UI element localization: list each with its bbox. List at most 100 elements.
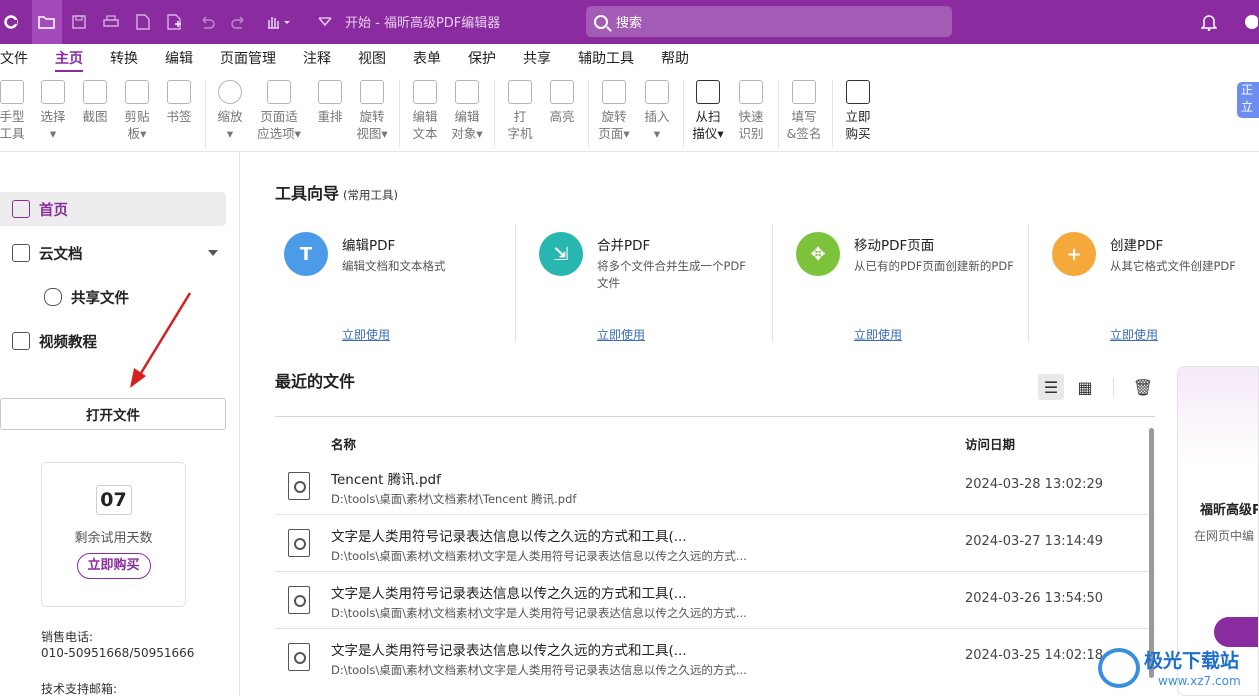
scrollbar[interactable] bbox=[1149, 428, 1154, 678]
menu-accessibility[interactable]: 辅助工具 bbox=[578, 44, 634, 74]
menu-edit[interactable]: 编辑 bbox=[165, 44, 193, 74]
undo-icon[interactable] bbox=[196, 0, 218, 44]
ribbon-divider bbox=[683, 80, 684, 148]
tool-desc: 从其它格式文件创建PDF bbox=[1110, 259, 1236, 273]
trash-icon[interactable]: 🗑 bbox=[1130, 374, 1156, 400]
sales-phone: 010-50951668/50951666 bbox=[41, 646, 195, 660]
menu-convert[interactable]: 转换 bbox=[110, 44, 138, 74]
ribbon-divider bbox=[778, 80, 779, 148]
use-now-link[interactable]: 立即使用 bbox=[854, 326, 902, 343]
scan-button[interactable]: 从扫 描仪▾ bbox=[688, 80, 728, 142]
edit-object-button[interactable]: 编辑 对象▾ bbox=[447, 80, 487, 142]
list-view-icon[interactable]: ☰ bbox=[1038, 374, 1064, 400]
redo-icon[interactable] bbox=[228, 0, 250, 44]
insert-button[interactable]: 插入 ▾ bbox=[637, 80, 677, 142]
film-icon bbox=[12, 332, 30, 350]
ribbon-label: 板▾ bbox=[127, 126, 147, 141]
ribbon-label: 页面适 bbox=[260, 109, 298, 124]
page-fit-button[interactable]: 页面适 应选项▾ bbox=[253, 80, 305, 142]
tool-card-merge-pdf[interactable]: ⇲ 合并PDF 将多个文件合并生成一个PDF文件 立即使用 bbox=[539, 232, 779, 352]
rotate-page-button[interactable]: 旋转 页面▾ bbox=[594, 80, 634, 142]
file-date: 2024-03-28 13:02:29 bbox=[965, 477, 1104, 492]
ribbon-label: 截图 bbox=[82, 109, 108, 124]
typewriter-button[interactable]: 打字机 bbox=[500, 80, 540, 142]
nav-home[interactable]: 首页 bbox=[0, 192, 226, 226]
search-placeholder: 搜索 bbox=[616, 16, 643, 31]
edit-text-button[interactable]: 编辑 文本 bbox=[405, 80, 445, 142]
use-now-link[interactable]: 立即使用 bbox=[597, 326, 645, 343]
ribbon-label: 插入 bbox=[644, 109, 670, 124]
customize-dropdown-icon[interactable] bbox=[315, 0, 335, 44]
edit-pdf-icon: T bbox=[284, 232, 328, 276]
open-folder-icon[interactable] bbox=[32, 0, 62, 44]
side-tag[interactable]: 正立 bbox=[1237, 82, 1259, 118]
bell-icon[interactable] bbox=[1198, 0, 1220, 44]
clipboard-button[interactable]: 剪贴 板▾ bbox=[117, 80, 157, 142]
create-file-icon[interactable] bbox=[164, 0, 186, 44]
fill-sign-button[interactable]: 填写 &签名 bbox=[784, 80, 824, 142]
print-icon[interactable] bbox=[100, 0, 122, 44]
tool-card-edit-pdf[interactable]: T 编辑PDF 编辑文档和文本格式 立即使用 bbox=[284, 232, 524, 352]
tool-card-create-pdf[interactable]: + 创建PDF 从其它格式文件创建PDF 立即使用 bbox=[1052, 232, 1259, 352]
menu-view[interactable]: 视图 bbox=[358, 44, 386, 74]
ribbon-label: 编辑 bbox=[412, 109, 438, 124]
window-title: 开始 - 福昕高级PDF编辑器 bbox=[345, 16, 501, 31]
column-date[interactable]: 访问日期 bbox=[965, 434, 1015, 453]
select-button[interactable]: 选择 ▾ bbox=[33, 80, 73, 142]
file-date: 2024-03-25 14:02:18 bbox=[965, 648, 1104, 663]
pdf-file-icon bbox=[288, 643, 310, 671]
tool-card-move-pages[interactable]: ✥ 移动PDF页面 从已有的PDF页面创建新的PDF 立即使用 bbox=[796, 232, 1036, 352]
table-row[interactable]: 文字是人类用符号记录表达信息以传之久远的方式和工具(... D:\tools\桌… bbox=[275, 515, 1155, 572]
menu-comment[interactable]: 注释 bbox=[303, 44, 331, 74]
buy-now-button[interactable]: 立即购买 bbox=[76, 553, 151, 579]
new-doc-icon[interactable] bbox=[132, 0, 154, 44]
use-now-link[interactable]: 立即使用 bbox=[1110, 326, 1158, 343]
promo-desc: 在网页中编 bbox=[1194, 529, 1255, 543]
menu-protect[interactable]: 保护 bbox=[468, 44, 496, 74]
open-file-button[interactable]: 打开文件 bbox=[0, 398, 226, 430]
highlight-icon bbox=[550, 80, 574, 104]
table-row[interactable]: 文字是人类用符号记录表达信息以传之久远的方式和工具(... D:\tools\桌… bbox=[275, 629, 1155, 686]
ribbon-label: 识别 bbox=[738, 126, 764, 141]
buy-now-ribbon-button[interactable]: 立即 购买 bbox=[838, 80, 878, 142]
table-row[interactable]: Tencent 腾讯.pdf D:\tools\桌面\素材\文档素材\Tence… bbox=[275, 458, 1155, 515]
insert-icon bbox=[645, 80, 669, 104]
menu-file[interactable]: 文件 bbox=[0, 44, 28, 74]
menu-page-management[interactable]: 页面管理 bbox=[220, 44, 276, 74]
divider bbox=[515, 224, 516, 342]
divider bbox=[1113, 378, 1114, 396]
file-path: D:\tools\桌面\素材\文档素材\文字是人类用符号记录表达信息以传之久远的… bbox=[331, 606, 747, 620]
table-row[interactable]: 文字是人类用符号记录表达信息以传之久远的方式和工具(... D:\tools\桌… bbox=[275, 572, 1155, 629]
menu-help[interactable]: 帮助 bbox=[661, 44, 689, 74]
use-now-link[interactable]: 立即使用 bbox=[342, 326, 390, 343]
nav-cloud-docs[interactable]: 云文档 bbox=[0, 236, 226, 270]
rotate-view-icon bbox=[360, 80, 384, 104]
hand-tool-dropdown-icon[interactable] bbox=[262, 0, 294, 44]
hand-tool-button[interactable]: 手型 工具 bbox=[0, 80, 32, 142]
menu-form[interactable]: 表单 bbox=[413, 44, 441, 74]
grid-view-icon[interactable]: ▦ bbox=[1072, 374, 1098, 400]
app-logo-icon[interactable] bbox=[0, 0, 22, 44]
menu-home[interactable]: 主页 bbox=[55, 44, 83, 74]
quick-ocr-button[interactable]: 快速 识别 bbox=[731, 80, 771, 142]
hand-icon bbox=[0, 80, 24, 104]
bookmark-button[interactable]: 书签 bbox=[159, 80, 199, 125]
promo-button[interactable] bbox=[1214, 617, 1258, 647]
save-icon[interactable] bbox=[68, 0, 90, 44]
nav-video-label: 视频教程 bbox=[39, 334, 97, 351]
edit-text-icon bbox=[413, 80, 437, 104]
chevron-down-icon[interactable] bbox=[208, 250, 218, 256]
zoom-button[interactable]: 缩放 ▾ bbox=[210, 80, 250, 142]
reflow-button[interactable]: 重排 bbox=[310, 80, 350, 125]
search-box[interactable]: 搜索 bbox=[586, 6, 952, 37]
rotate-view-button[interactable]: 旋转 视图▾ bbox=[352, 80, 392, 142]
ribbon-label: 旋转 bbox=[359, 109, 385, 124]
rotate-page-icon bbox=[602, 80, 626, 104]
highlight-button[interactable]: 高亮 bbox=[542, 80, 582, 125]
ribbon-label: 书签 bbox=[166, 109, 192, 124]
column-name[interactable]: 名称 bbox=[331, 434, 356, 453]
screenshot-button[interactable]: 截图 bbox=[75, 80, 115, 125]
ribbon-label: 文本 bbox=[412, 126, 438, 141]
menu-share[interactable]: 共享 bbox=[523, 44, 551, 74]
account-icon[interactable] bbox=[1240, 0, 1259, 44]
